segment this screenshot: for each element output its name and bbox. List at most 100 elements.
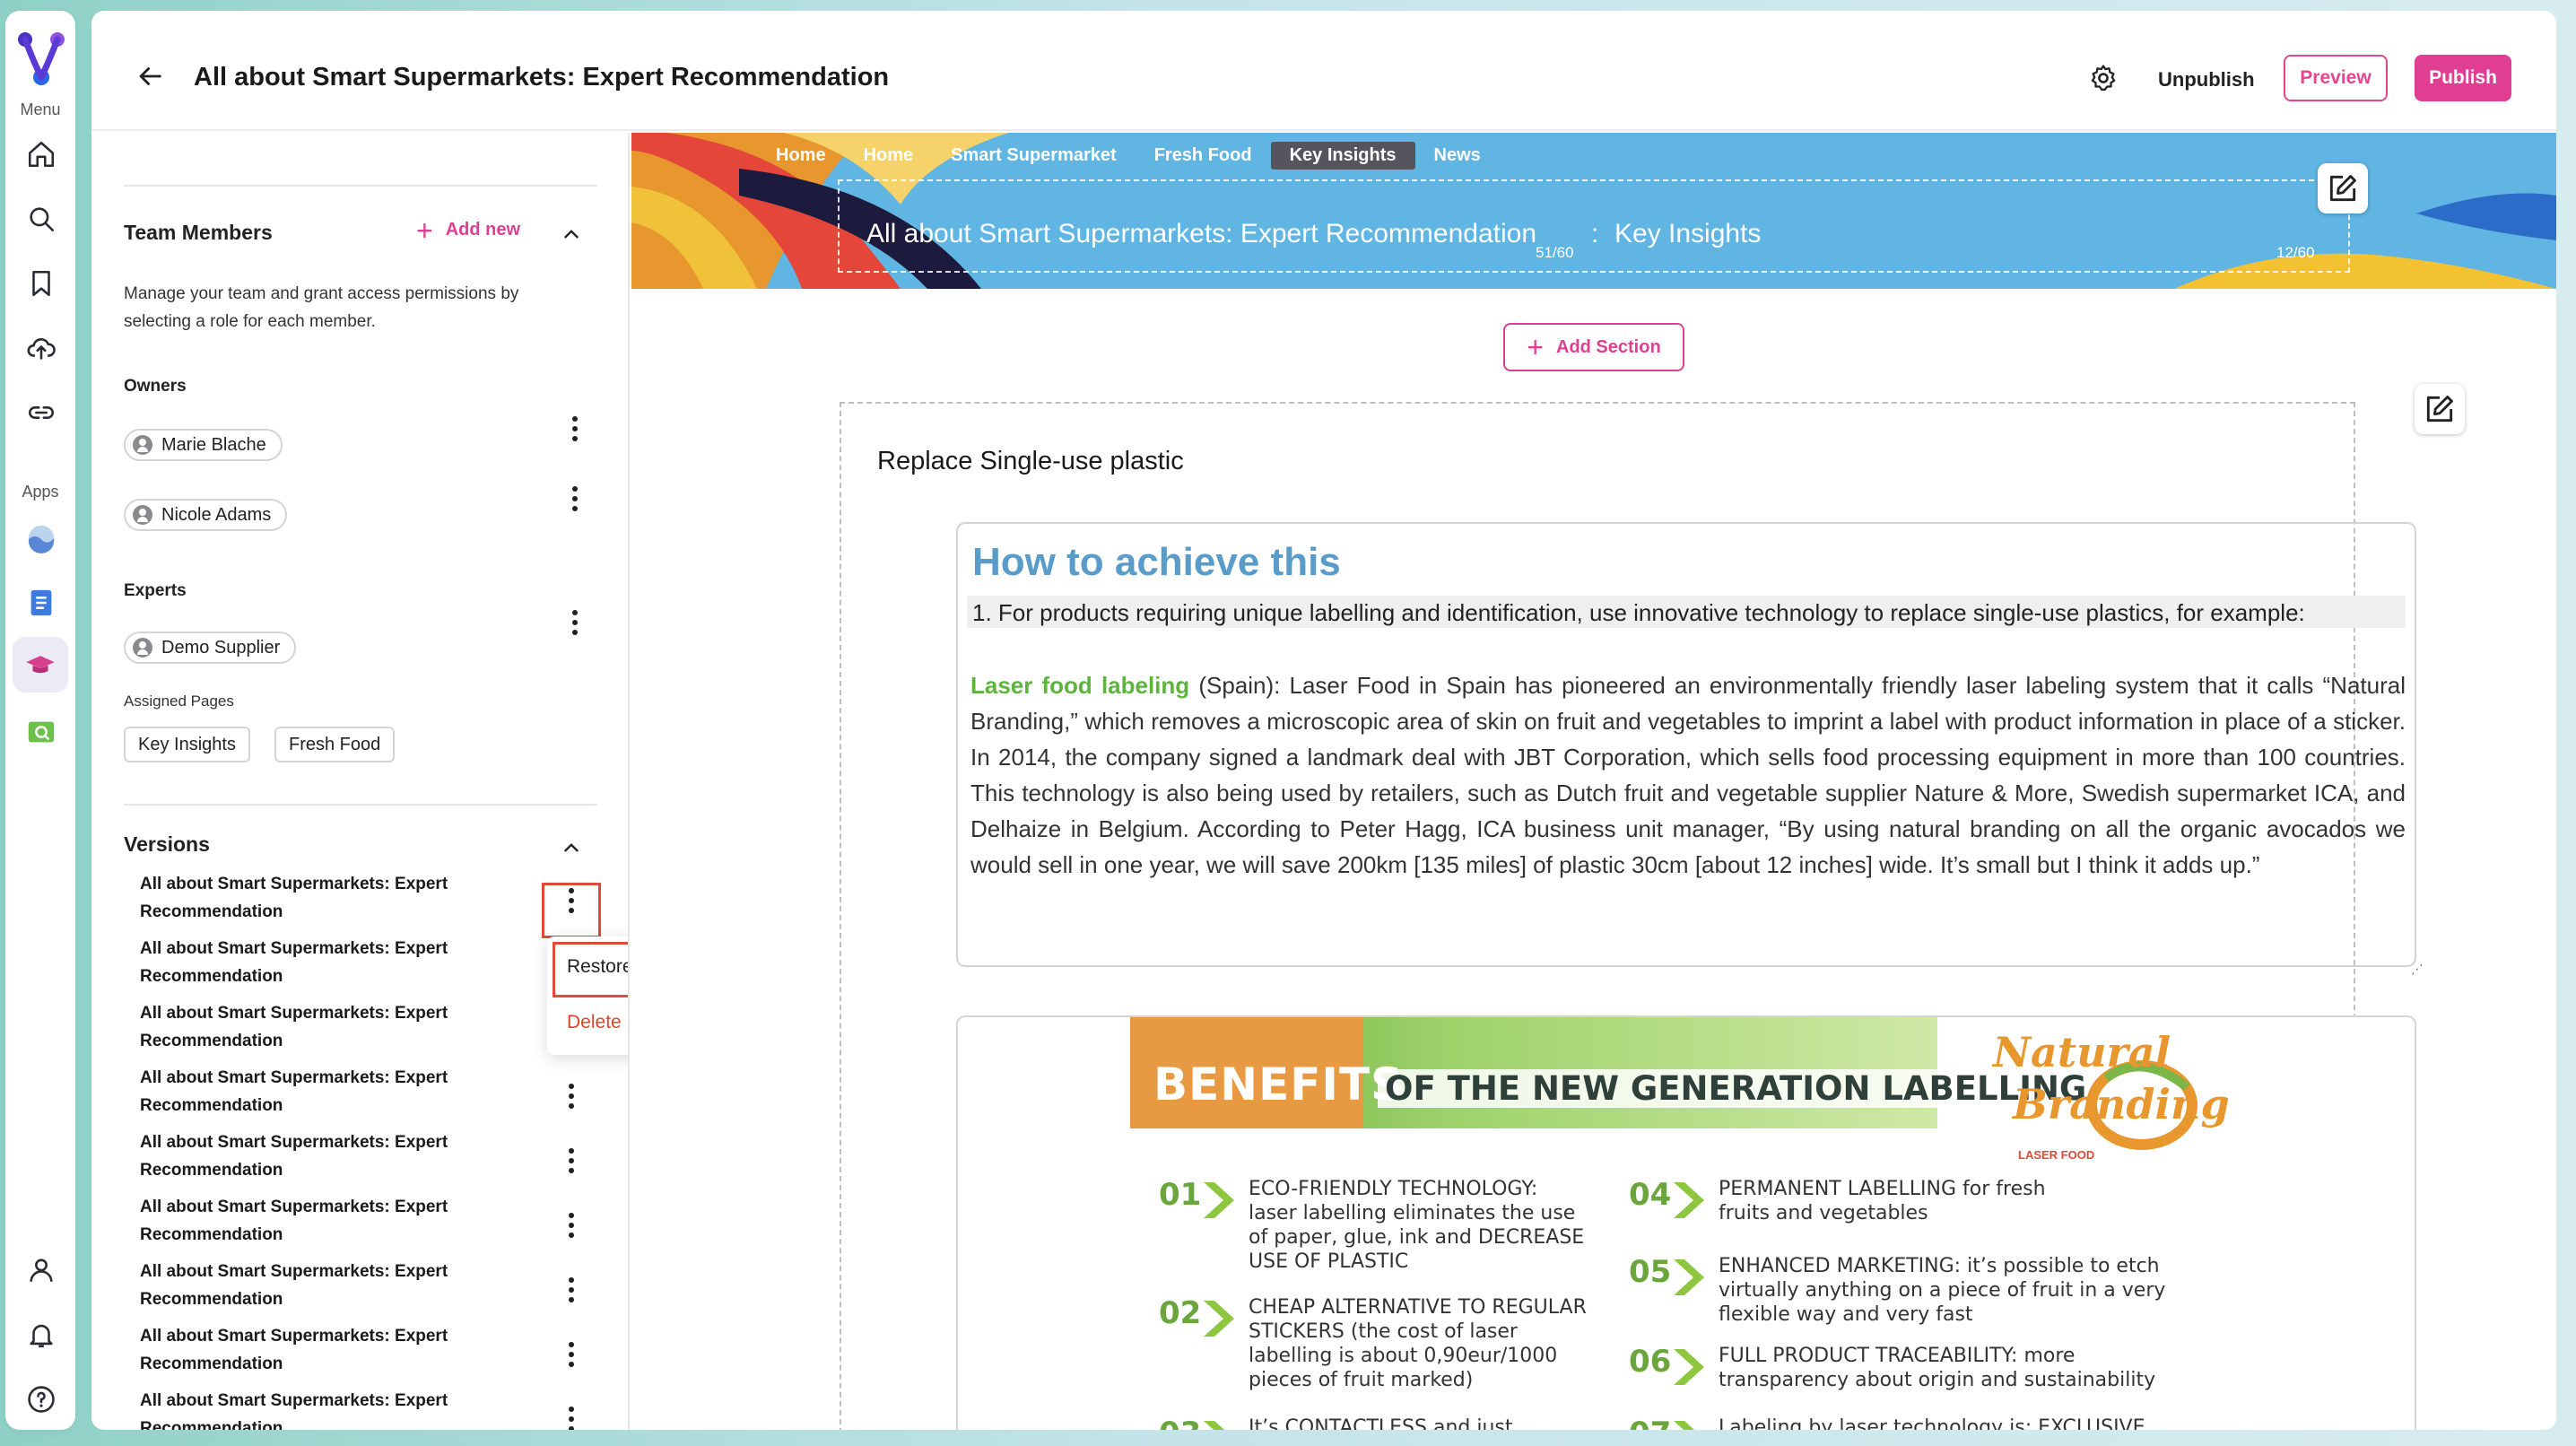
page-nav: Home Home Smart Supermarket Fresh Food K… bbox=[757, 142, 1500, 170]
app-search-image-icon[interactable] bbox=[23, 714, 59, 750]
chevron-up-icon[interactable] bbox=[560, 222, 583, 246]
add-new-member-button[interactable]: + Add new bbox=[416, 213, 520, 247]
logo-line-2: Branding bbox=[2013, 1080, 2230, 1128]
preview-button[interactable]: Preview bbox=[2284, 55, 2388, 101]
benefit-number: 04 bbox=[1629, 1177, 1672, 1213]
title-separator: : bbox=[1591, 219, 1599, 248]
owner-name: Marie Blache bbox=[161, 434, 266, 455]
nav-home[interactable]: Home bbox=[757, 142, 845, 170]
owner-chip[interactable]: Nicole Adams bbox=[124, 499, 288, 531]
dot bbox=[569, 1158, 574, 1163]
benefit-number: 01 bbox=[1159, 1177, 1202, 1213]
dot bbox=[569, 1223, 574, 1228]
dot bbox=[569, 1352, 574, 1357]
version-more-icon[interactable] bbox=[558, 1143, 585, 1179]
app-logo-icon[interactable] bbox=[14, 27, 68, 90]
infographic-image[interactable]: BENEFITS OF THE NEW GENERATION LABELLING… bbox=[956, 1015, 2416, 1430]
benefit-text: It’s CONTACTLESS and just bbox=[1249, 1416, 1513, 1430]
nav-key-insights[interactable]: Key Insights bbox=[1270, 142, 1415, 170]
unpublish-button[interactable]: Unpublish bbox=[2154, 63, 2258, 97]
publish-button[interactable]: Publish bbox=[2415, 55, 2511, 101]
dot bbox=[569, 1416, 574, 1422]
text-block[interactable]: How to achieve this 1. For products requ… bbox=[956, 522, 2424, 976]
bookmark-icon[interactable] bbox=[23, 266, 59, 301]
plus-icon: + bbox=[416, 213, 433, 247]
version-item[interactable]: All about Smart Supermarkets: Expert Rec… bbox=[140, 870, 517, 926]
version-item[interactable]: All about Smart Supermarkets: Expert Rec… bbox=[140, 1128, 517, 1184]
infographic-benefits: BENEFITS bbox=[1153, 1058, 1405, 1111]
restore-menu-item[interactable]: Restore bbox=[567, 956, 628, 978]
paragraph-body: (Spain): Laser Food in Spain has pioneer… bbox=[970, 672, 2406, 878]
edit-banner-button[interactable] bbox=[2318, 163, 2368, 213]
version-more-icon[interactable] bbox=[558, 1337, 585, 1372]
team-description: Manage your team and grant access permis… bbox=[124, 284, 519, 331]
benefit-item: 04 PERMANENT LABELLING for fresh fruits … bbox=[1629, 1177, 2203, 1231]
user-icon[interactable] bbox=[23, 1252, 59, 1288]
assigned-pages-label: Assigned Pages bbox=[124, 693, 234, 710]
dot bbox=[569, 1287, 574, 1293]
divider bbox=[124, 804, 597, 806]
dot bbox=[572, 496, 578, 501]
experts-label: Experts bbox=[124, 581, 187, 600]
nav-news[interactable]: News bbox=[1415, 142, 1500, 170]
delete-menu-item[interactable]: Delete bbox=[567, 1012, 622, 1033]
section-title[interactable]: Replace Single-use plastic bbox=[877, 447, 1184, 476]
upload-cloud-icon[interactable] bbox=[23, 330, 59, 366]
version-more-icon[interactable] bbox=[558, 1272, 585, 1308]
help-icon[interactable] bbox=[23, 1381, 59, 1417]
owner-more-icon[interactable] bbox=[561, 411, 588, 447]
home-icon[interactable] bbox=[23, 136, 59, 172]
dot bbox=[569, 908, 574, 913]
version-item[interactable]: All about Smart Supermarkets: Expert Rec… bbox=[140, 935, 517, 990]
edit-icon bbox=[2329, 175, 2356, 202]
version-item[interactable]: All about Smart Supermarkets: Expert Rec… bbox=[140, 1387, 517, 1430]
chevron-up-icon[interactable] bbox=[560, 836, 583, 859]
link-icon[interactable] bbox=[23, 395, 59, 431]
gear-icon[interactable] bbox=[2088, 63, 2119, 93]
avatar-icon bbox=[133, 638, 152, 658]
chevron-right-icon bbox=[1674, 1259, 1704, 1295]
expert-more-icon[interactable] bbox=[561, 605, 588, 640]
back-arrow-icon[interactable] bbox=[135, 61, 165, 91]
search-icon[interactable] bbox=[23, 201, 59, 237]
version-item[interactable]: All about Smart Supermarkets: Expert Rec… bbox=[140, 1193, 517, 1249]
version-more-icon[interactable] bbox=[558, 1078, 585, 1114]
benefit-text: CHEAP ALTERNATIVE TO REGULAR STICKERS (t… bbox=[1249, 1296, 1587, 1391]
dot bbox=[569, 1233, 574, 1238]
version-more-icon[interactable] bbox=[558, 883, 585, 919]
benefit-number: 06 bbox=[1629, 1344, 1672, 1380]
assigned-page-tag[interactable]: Key Insights bbox=[124, 727, 250, 762]
nav-smart-supermarket[interactable]: Smart Supermarket bbox=[932, 142, 1136, 170]
dot bbox=[572, 620, 578, 625]
dot bbox=[572, 486, 578, 492]
expert-chip[interactable]: Demo Supplier bbox=[124, 632, 297, 664]
banner-subtitle[interactable]: Key Insights bbox=[1614, 219, 1761, 249]
app-document-icon[interactable] bbox=[23, 585, 59, 621]
version-item[interactable]: All about Smart Supermarkets: Expert Rec… bbox=[140, 1258, 517, 1313]
dot bbox=[569, 1297, 574, 1302]
assigned-page-tag[interactable]: Fresh Food bbox=[274, 727, 396, 762]
owner-name: Nicole Adams bbox=[161, 504, 272, 525]
nav-fresh-food[interactable]: Fresh Food bbox=[1136, 142, 1271, 170]
owner-more-icon[interactable] bbox=[561, 481, 588, 517]
app-wave-icon[interactable] bbox=[23, 520, 59, 556]
version-item[interactable]: All about Smart Supermarkets: Expert Rec… bbox=[140, 999, 517, 1055]
add-section-button[interactable]: + Add Section bbox=[1503, 323, 1684, 371]
nav-home[interactable]: Home bbox=[845, 142, 933, 170]
app-graduation-icon[interactable] bbox=[13, 637, 68, 693]
version-item[interactable]: All about Smart Supermarkets: Expert Rec… bbox=[140, 1064, 517, 1119]
dot bbox=[569, 1407, 574, 1412]
banner-title[interactable]: All about Smart Supermarkets: Expert Rec… bbox=[866, 219, 1536, 249]
version-item[interactable]: All about Smart Supermarkets: Expert Rec… bbox=[140, 1322, 517, 1378]
edit-section-button[interactable] bbox=[2415, 384, 2465, 434]
resize-handle-icon[interactable]: ⋰ bbox=[2411, 962, 2424, 977]
owner-chip[interactable]: Marie Blache bbox=[124, 429, 283, 461]
chevron-right-icon bbox=[1204, 1301, 1234, 1337]
benefit-number: 03 bbox=[1159, 1416, 1201, 1430]
page-banner[interactable]: Home Home Smart Supermarket Fresh Food K… bbox=[631, 133, 2556, 289]
bell-icon[interactable] bbox=[23, 1317, 59, 1353]
chevron-right-icon bbox=[1204, 1182, 1234, 1218]
version-more-icon[interactable] bbox=[558, 1207, 585, 1243]
editor-window: All about Smart Supermarkets: Expert Rec… bbox=[91, 11, 2556, 1430]
version-more-icon[interactable] bbox=[558, 1401, 585, 1430]
